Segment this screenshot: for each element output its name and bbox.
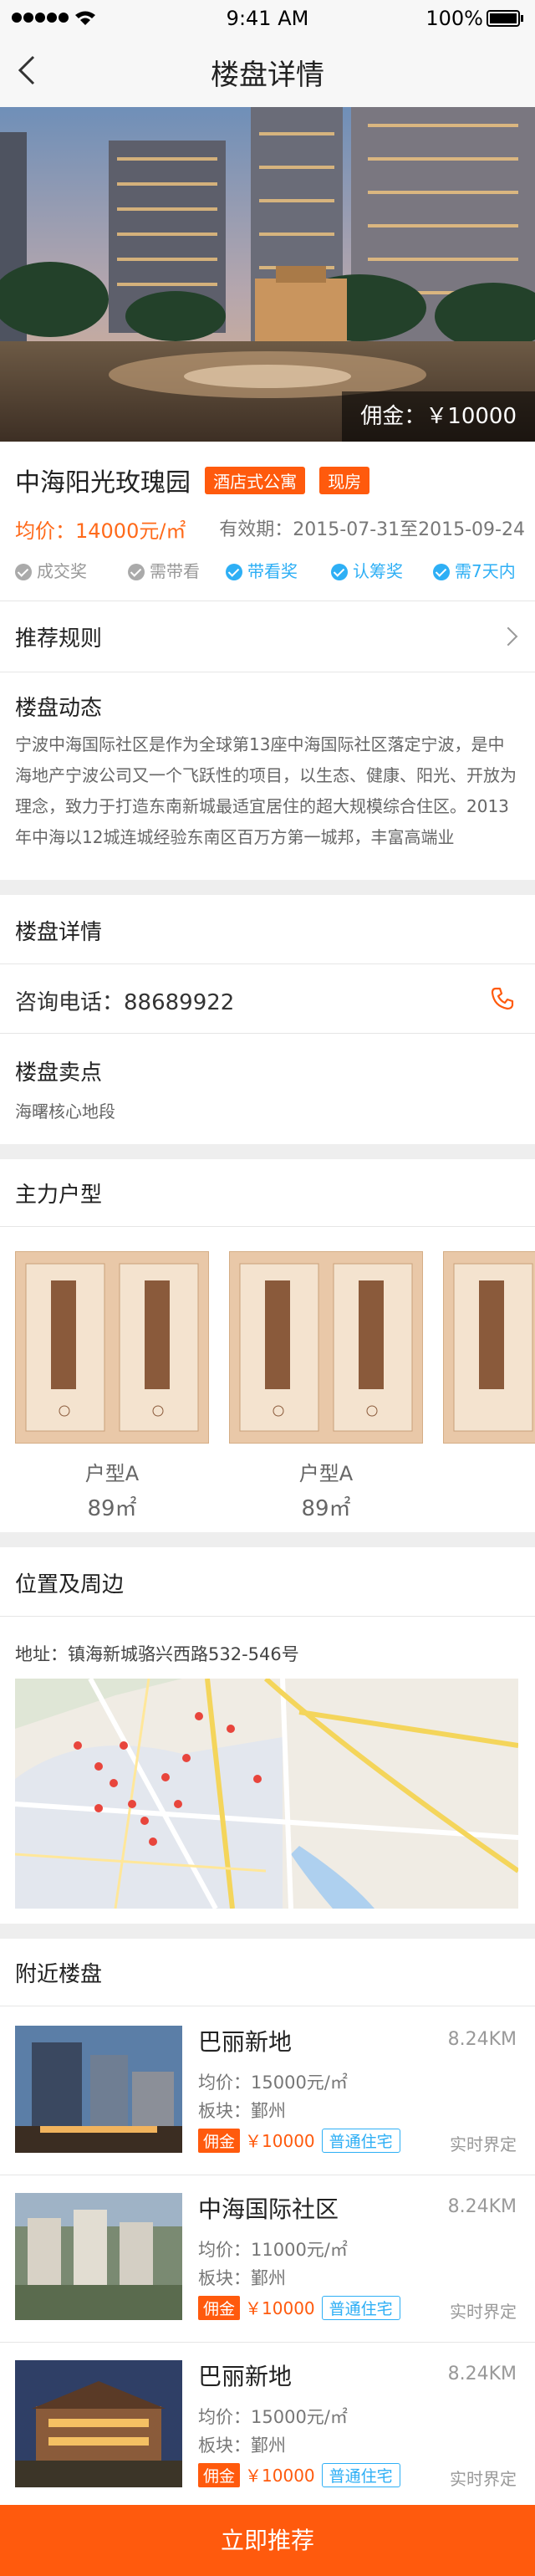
commission-amount: ￥10000 bbox=[245, 2298, 315, 2318]
commission-badge: 佣金：￥10000 bbox=[342, 391, 535, 442]
listing-name: 中海国际社区 bbox=[198, 2195, 339, 2223]
listing-block: 板块：鄞州 bbox=[198, 2435, 286, 2456]
check-circle-icon bbox=[226, 564, 242, 580]
hero-image: 佣金：￥10000 bbox=[0, 107, 535, 442]
location-map[interactable] bbox=[15, 1679, 518, 1909]
commission-tag: 佣金 bbox=[198, 2463, 241, 2487]
reward-within-7-days: 需7天内 bbox=[433, 559, 516, 584]
chevron-right-icon bbox=[498, 626, 518, 647]
listing-distance: 8.24KM bbox=[447, 2029, 517, 2050]
floor-plan-area: 89㎡ bbox=[301, 1496, 351, 1521]
recommend-now-button[interactable]: 立即推荐 bbox=[0, 2505, 535, 2576]
property-type-tag: 普通住宅 bbox=[321, 2463, 400, 2487]
phone-number: 88689922 bbox=[124, 990, 235, 1015]
page-title: 楼盘详情 bbox=[211, 59, 324, 92]
commission-amount: ￥10000 bbox=[245, 2466, 315, 2486]
floor-plans-title: 主力户型 bbox=[15, 1183, 103, 1208]
news-text: 宁波中海国际社区是作为全球第13座中海国际社区落定宁波，是中海地产宁波公司又一个… bbox=[15, 734, 517, 847]
listing-avg-price: 均价：15000元/㎡ bbox=[198, 2407, 348, 2427]
project-title-row: 中海阳光玫瑰园 酒店式公寓 现房 bbox=[15, 462, 370, 498]
reward-visit-bonus: 带看奖 bbox=[226, 559, 298, 584]
commission-tag: 佣金 bbox=[198, 2296, 241, 2320]
nearby-title: 附近楼盘 bbox=[15, 1962, 103, 1987]
floor-plan-name: 户型A bbox=[298, 1462, 354, 1485]
listing-distance: 8.24KM bbox=[447, 2196, 517, 2217]
news-title: 楼盘动态 bbox=[15, 696, 103, 721]
listing-photo bbox=[15, 2193, 182, 2320]
listing-badges: 佣金 ￥10000 普通住宅 bbox=[198, 2462, 400, 2487]
recommend-rules-row[interactable]: 推荐规则 bbox=[0, 601, 535, 672]
reward-deal: 成交奖 bbox=[15, 559, 87, 584]
listing-distance: 8.24KM bbox=[447, 2364, 517, 2384]
floor-plan-image bbox=[443, 1251, 535, 1444]
status-bar: 9:41 AM 100% bbox=[0, 0, 535, 33]
listing-badges: 佣金 ￥10000 普通住宅 bbox=[198, 2295, 400, 2320]
reward-need-visit: 需带看 bbox=[128, 559, 200, 584]
check-circle-icon bbox=[128, 564, 145, 580]
floor-plan-image bbox=[229, 1251, 423, 1444]
validity-period: 有效期：2015-07-31至2015-09-24 bbox=[219, 519, 525, 540]
address-text: 地址：镇海新城骆兴西路532-546号 bbox=[15, 1644, 299, 1664]
settlement-status: 实时界定 bbox=[450, 2302, 517, 2322]
reward-conditions: 成交奖 需带看 带看奖 认筹奖 需7天内 bbox=[15, 559, 525, 584]
listing-avg-price: 均价：11000元/㎡ bbox=[198, 2240, 348, 2260]
check-circle-icon bbox=[15, 564, 32, 580]
nearby-listing[interactable]: 中海国际社区 8.24KM 均价：11000元/㎡ 板块：鄞州 佣金 ￥10000… bbox=[0, 2175, 535, 2342]
average-price: 均价：14000元/㎡ bbox=[15, 519, 186, 543]
floor-plan-card[interactable]: 户型A 89㎡ bbox=[229, 1251, 423, 1522]
nearby-listing[interactable]: 巴丽新地 8.24KM 均价：15000元/㎡ 板块：鄞州 佣金 ￥10000 普通… bbox=[0, 2342, 535, 2509]
reward-subscription: 认筹奖 bbox=[331, 559, 403, 584]
phone-icon[interactable] bbox=[490, 986, 515, 1011]
battery-level: 100% bbox=[425, 7, 483, 30]
recommend-rules-label: 推荐规则 bbox=[15, 626, 103, 652]
floor-plan-area: 89㎡ bbox=[87, 1496, 137, 1521]
settlement-status: 实时界定 bbox=[450, 2469, 517, 2489]
listing-badges: 佣金 ￥10000 普通住宅 bbox=[198, 2128, 400, 2153]
listing-block: 板块：鄞州 bbox=[198, 2268, 286, 2288]
check-circle-icon bbox=[331, 564, 348, 580]
check-circle-icon bbox=[433, 564, 450, 580]
tag-apartment-type: 酒店式公寓 bbox=[205, 466, 306, 494]
floor-plan-card[interactable]: 户型A 89㎡ bbox=[15, 1251, 209, 1522]
listing-name: 巴丽新地 bbox=[198, 2363, 293, 2390]
listing-photo bbox=[15, 2026, 182, 2153]
listing-block: 板块：鄞州 bbox=[198, 2101, 286, 2121]
project-name: 中海阳光玫瑰园 bbox=[15, 468, 191, 498]
floor-plan-card-partial[interactable] bbox=[443, 1251, 535, 1527]
nav-bar: 楼盘详情 bbox=[0, 33, 535, 108]
settlement-status: 实时界定 bbox=[450, 2134, 517, 2154]
location-title: 位置及周边 bbox=[15, 1572, 125, 1597]
tag-ready-house: 现房 bbox=[319, 466, 370, 494]
listing-name: 巴丽新地 bbox=[198, 2028, 293, 2056]
price-row: 均价：14000元/㎡ 有效期：2015-07-31至2015-09-24 bbox=[15, 514, 525, 543]
property-type-tag: 普通住宅 bbox=[321, 2296, 400, 2320]
commission-amount: ￥10000 bbox=[245, 2131, 315, 2151]
selling-points-title: 楼盘卖点 bbox=[15, 1061, 103, 1086]
battery-icon bbox=[487, 10, 523, 27]
map-graphic bbox=[15, 1679, 518, 1909]
floor-plan-image bbox=[15, 1251, 209, 1444]
nearby-listing[interactable]: 巴丽新地 8.24KM 均价：15000元/㎡ 板块：鄞州 佣金 ￥10000 普通… bbox=[0, 2007, 535, 2175]
listing-avg-price: 均价：15000元/㎡ bbox=[198, 2073, 348, 2093]
commission-tag: 佣金 bbox=[198, 2129, 241, 2153]
property-type-tag: 普通住宅 bbox=[321, 2129, 400, 2153]
selling-points-text: 海曙核心地段 bbox=[15, 1101, 115, 1122]
details-title: 楼盘详情 bbox=[15, 920, 103, 945]
phone-row[interactable]: 咨询电话：88689922 bbox=[0, 964, 535, 1033]
floor-plan-name: 户型A bbox=[84, 1462, 140, 1485]
listing-photo bbox=[15, 2360, 182, 2487]
phone-label: 咨询电话： bbox=[15, 990, 125, 1015]
